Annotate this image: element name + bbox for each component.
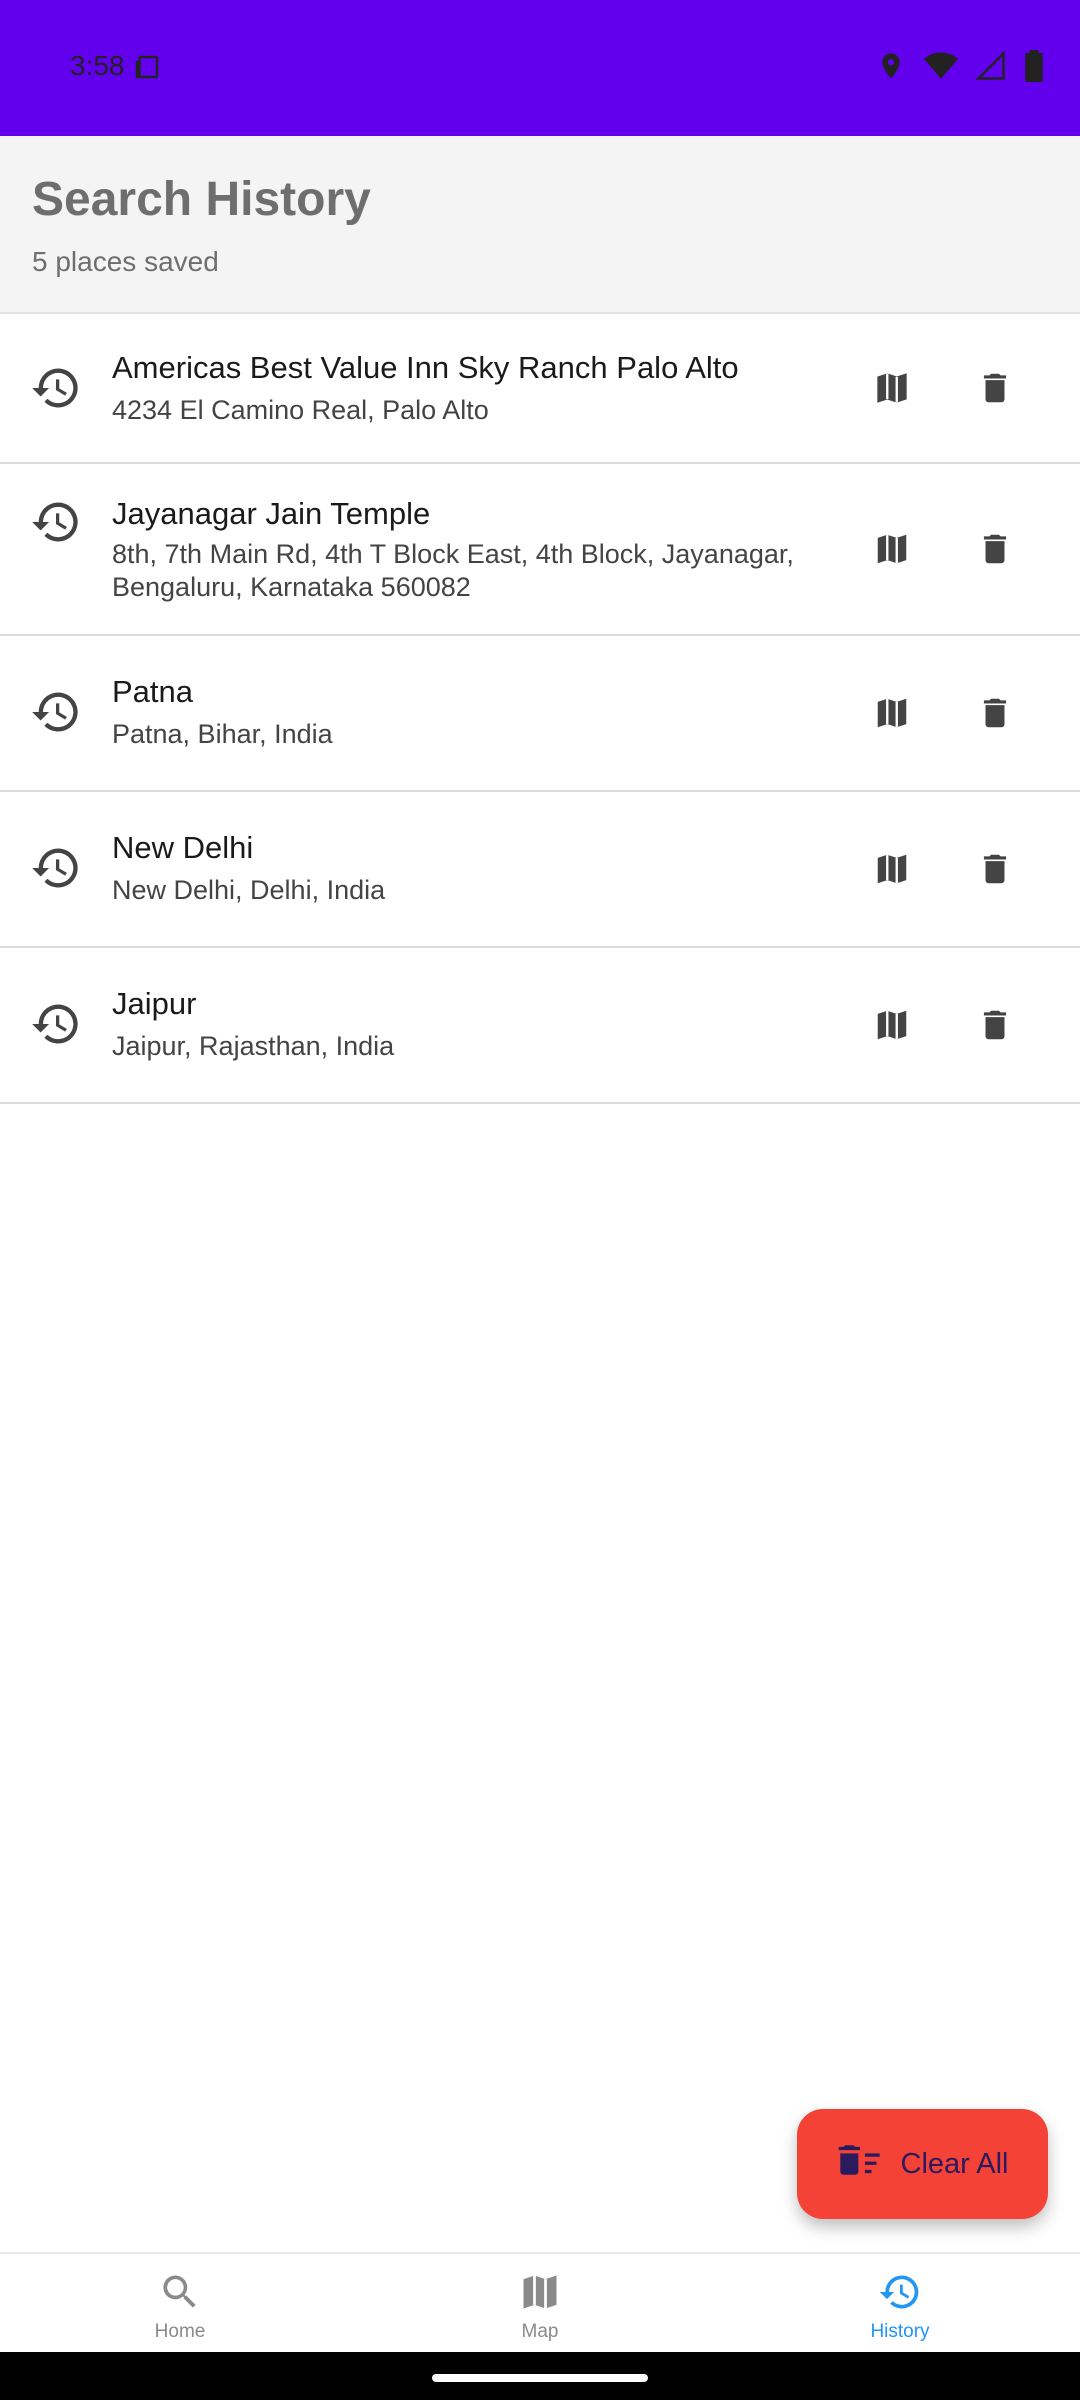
home-gesture-handle[interactable]	[432, 2374, 648, 2382]
place-address: New Delhi, Delhi, India	[112, 875, 386, 905]
history-icon	[30, 362, 82, 414]
delete-button[interactable]	[968, 842, 1022, 896]
page-title: Search History	[32, 173, 371, 226]
place-address: Patna, Bihar, India	[112, 719, 333, 749]
wifi-icon	[924, 51, 958, 86]
place-address: 8th, 7th Main Rd, 4th T Block East, 4th …	[112, 539, 794, 602]
history-item[interactable]: Patna Patna, Bihar, India	[0, 636, 1080, 792]
place-address: 4234 El Camino Real, Palo Alto	[112, 395, 489, 425]
history-item[interactable]: Jaipur Jaipur, Rajasthan, India	[0, 948, 1080, 1104]
place-name: Patna	[112, 674, 194, 709]
view-on-map-button[interactable]	[865, 998, 919, 1052]
delete-button[interactable]	[968, 522, 1022, 576]
delete-sweep-icon	[837, 2140, 883, 2188]
delete-button[interactable]	[968, 686, 1022, 740]
history-icon	[30, 842, 82, 894]
places-count: 5 places saved	[32, 246, 219, 277]
view-on-map-button[interactable]	[865, 522, 919, 576]
place-name: Jayanagar Jain Temple	[112, 496, 431, 531]
battery-icon	[1024, 50, 1044, 87]
bottom-navigation: Home Map History	[0, 2252, 1080, 2354]
place-name: New Delhi	[112, 830, 254, 865]
status-bar: 3:58	[0, 0, 1080, 136]
history-item[interactable]: New Delhi New Delhi, Delhi, India	[0, 792, 1080, 948]
view-on-map-button[interactable]	[865, 361, 919, 415]
nav-label-map: Map	[521, 2321, 559, 2342]
history-icon	[878, 2275, 922, 2318]
history-icon	[30, 496, 82, 548]
history-list: Americas Best Value Inn Sky Ranch Palo A…	[0, 314, 1080, 1104]
nav-label-history: History	[870, 2321, 930, 2342]
place-address: Jaipur, Rajasthan, India	[112, 1031, 395, 1061]
map-icon	[518, 2275, 562, 2318]
place-name: Americas Best Value Inn Sky Ranch Palo A…	[112, 350, 739, 385]
gesture-navigation-bar	[0, 2352, 1080, 2400]
status-time: 3:58	[70, 50, 125, 81]
cellular-signal-icon	[975, 50, 1006, 86]
clear-all-label: Clear All	[900, 2147, 1009, 2180]
delete-button[interactable]	[968, 361, 1022, 415]
history-item[interactable]: Americas Best Value Inn Sky Ranch Palo A…	[0, 314, 1080, 464]
search-icon	[158, 2275, 202, 2318]
place-name: Jaipur	[112, 986, 197, 1021]
clear-all-button[interactable]: Clear All	[797, 2109, 1048, 2219]
history-icon	[30, 686, 82, 738]
nav-item-map[interactable]: Map	[440, 2270, 640, 2343]
view-on-map-button[interactable]	[865, 686, 919, 740]
screenshot-notification-icon	[132, 52, 162, 87]
location-icon	[876, 51, 906, 86]
nav-label-home: Home	[154, 2321, 206, 2342]
delete-button[interactable]	[968, 998, 1022, 1052]
view-on-map-button[interactable]	[865, 842, 919, 896]
nav-item-home[interactable]: Home	[80, 2270, 280, 2343]
history-item[interactable]: Jayanagar Jain Temple 8th, 7th Main Rd, …	[0, 464, 1080, 636]
nav-item-history[interactable]: History	[800, 2270, 1000, 2343]
page-header: Search History 5 places saved	[0, 136, 1080, 314]
history-icon	[30, 998, 82, 1050]
